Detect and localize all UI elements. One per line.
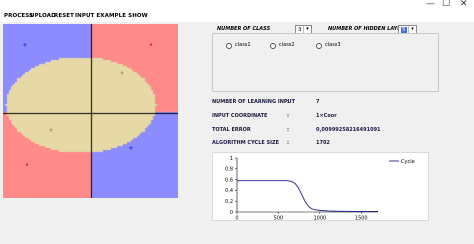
classification-plane[interactable]: + • + + • + (3, 24, 178, 198)
series-line-cycle (237, 180, 378, 212)
y-tick-label: 0,4 (225, 188, 233, 194)
learning-input-sep: : (287, 99, 289, 105)
class-selection-group: class1 class2 class3 (212, 33, 439, 92)
total-error-sep: : (287, 127, 289, 133)
close-button[interactable]: ✕ (460, 0, 468, 9)
learning-input-value: 7 (316, 99, 320, 105)
minimize-button[interactable]: — (426, 0, 435, 9)
algorithm-cycle-size-sep: : (287, 140, 289, 146)
chevron-down-icon: ▾ (303, 26, 311, 33)
error-chart-svg: 0 0,2 0,4 0,6 0,8 1 0 500 1000 1500 Cycle (225, 156, 415, 221)
menu-bar: PROCESS UPLOAD RESET INPUT EXAMPLE SHOW (0, 10, 474, 22)
total-error-value: 0,00999258216491091 (316, 127, 381, 133)
decision-region-map (3, 24, 178, 198)
input-coordinate-value: 1×Coor (316, 113, 337, 119)
y-tick-label: 0 (230, 210, 233, 216)
algorithm-cycle-size-value: 1702 (316, 140, 330, 146)
x-tick-label: 500 (274, 216, 284, 221)
training-point-tan: + (48, 127, 54, 134)
menu-upload[interactable]: UPLOAD (30, 11, 56, 21)
title-bar: — ☐ ✕ (0, 0, 474, 10)
class1-label: class1 (235, 42, 251, 48)
total-error-label: TOTAL ERROR (212, 127, 251, 133)
training-point-blue: + (22, 42, 28, 49)
input-coordinate-label: INPUT COORDINATE (212, 113, 268, 119)
y-tick-label: 0,8 (225, 167, 233, 173)
y-tick-label: 1 (230, 156, 233, 162)
error-chart: 0 0,2 0,4 0,6 0,8 1 0 500 1000 1500 Cycle (212, 152, 429, 221)
class3-label: class3 (325, 42, 341, 48)
training-point-red: • (25, 162, 29, 169)
maximize-button[interactable]: ☐ (442, 0, 450, 9)
input-coordinate-sep: : (287, 113, 289, 119)
training-point-blue: + (128, 145, 134, 152)
class2-radio[interactable] (270, 43, 276, 49)
x-tick-label: 0 (235, 216, 238, 221)
y-tick-label: 0,6 (225, 177, 233, 183)
chevron-down-icon: ▾ (408, 26, 416, 33)
menu-input-example-show[interactable]: INPUT EXAMPLE SHOW (75, 11, 148, 21)
algorithm-cycle-size-label: ALGORITHM CYCLE SIZE (212, 140, 280, 146)
class1-radio[interactable] (226, 43, 232, 49)
x-tick-label: 1000 (313, 216, 326, 221)
number-of-class-label: NUMBER OF CLASS (217, 26, 271, 32)
number-of-hidden-layer-label: NUMBER OF HIDDEN LAYER (328, 26, 405, 32)
learning-input-label: NUMBER OF LEARNING INPUT (212, 99, 296, 105)
training-point-red: • (149, 42, 153, 49)
y-tick-label: 0,2 (225, 199, 233, 205)
legend-label-cycle: Cycle (401, 159, 415, 165)
class3-radio[interactable] (316, 43, 322, 49)
training-point-tan: + (119, 70, 125, 77)
menu-reset[interactable]: RESET (54, 11, 74, 21)
class2-label: class2 (279, 42, 295, 48)
x-tick-label: 1500 (355, 216, 368, 221)
menu-process[interactable]: PROCESS (4, 11, 33, 21)
